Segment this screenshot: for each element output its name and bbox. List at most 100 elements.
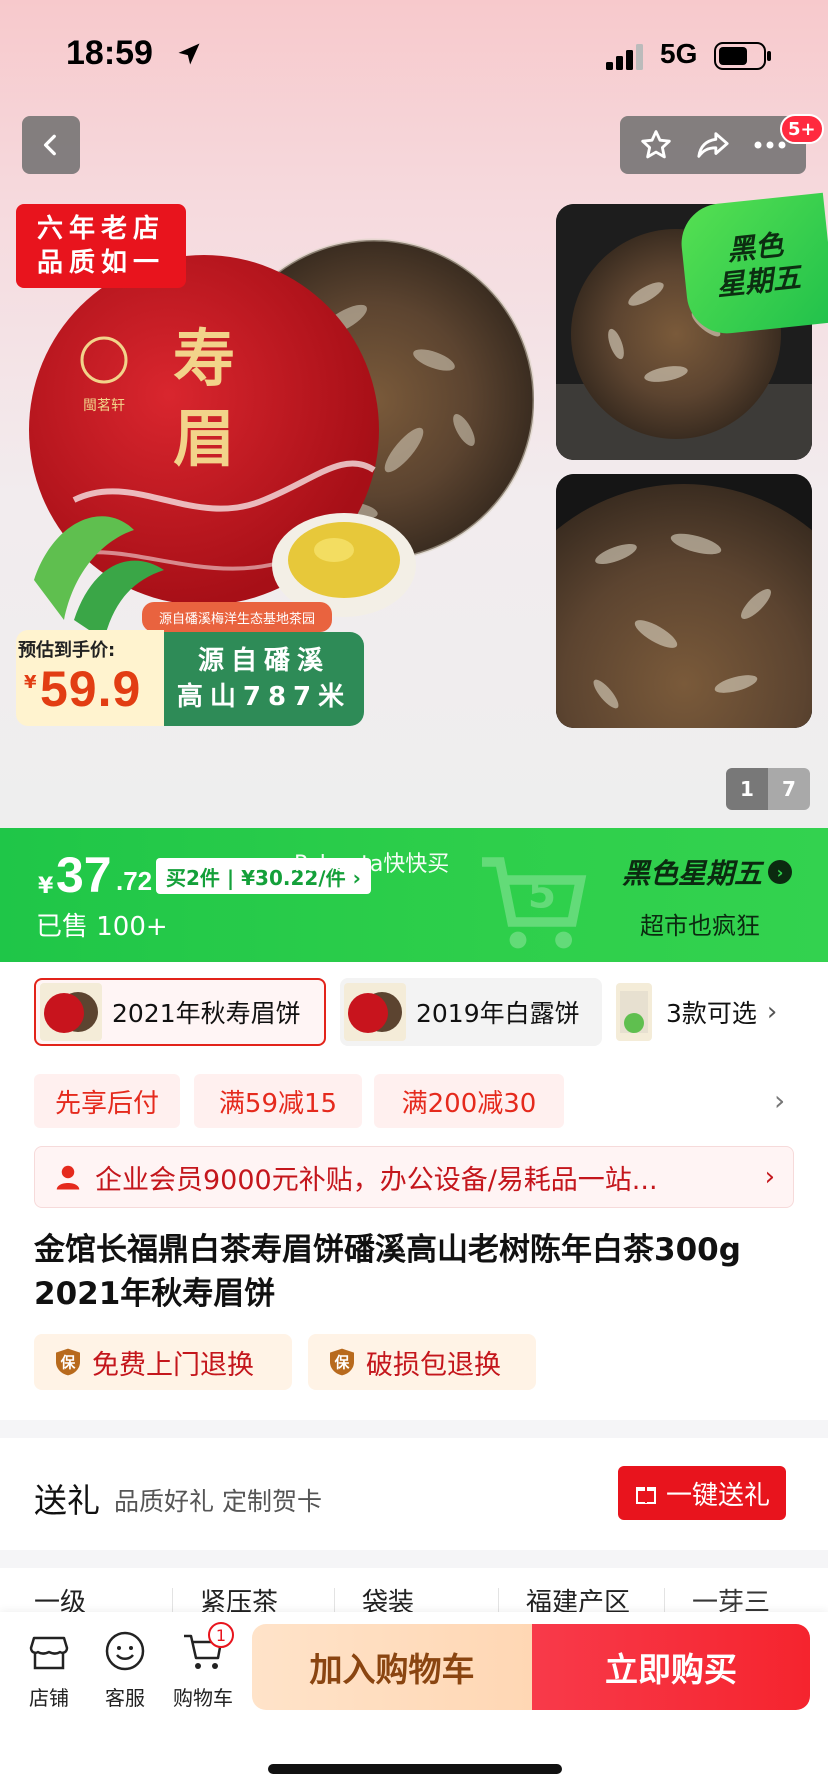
- variant-label: 3款可选: [666, 999, 757, 1028]
- back-button[interactable]: [22, 116, 80, 174]
- event-tag-line2: 星期五: [715, 260, 803, 303]
- customer-service-button[interactable]: 客服: [90, 1628, 160, 1711]
- variant-label: 2019年白露饼: [416, 999, 580, 1028]
- variant-option-2[interactable]: 2019年白露饼: [340, 978, 602, 1046]
- status-time: 18:59: [66, 34, 153, 72]
- more-dots-icon: [754, 141, 786, 149]
- product-gallery[interactable]: 18:59 5G 5+ 寿 眉 閩茗轩 六年老店 品质如一 源自磻溪梅洋生态基地…: [0, 0, 828, 828]
- signal-icon: [606, 44, 643, 70]
- enterprise-member-banner[interactable]: 企业会员9000元补贴，办公设备/易耗品一站... ›: [34, 1146, 794, 1208]
- price-integer: 37: [56, 847, 112, 903]
- chevron-right-icon[interactable]: ›: [774, 1084, 785, 1117]
- share-icon: [697, 132, 729, 158]
- origin-box: 源自磻溪 高山787米: [164, 632, 364, 726]
- svg-text:閩茗轩: 閩茗轩: [83, 398, 125, 414]
- add-to-cart-button[interactable]: 加入购物车: [252, 1624, 532, 1710]
- location-arrow-icon: [178, 43, 200, 65]
- gift-button-label: 一键送礼: [665, 1480, 770, 1511]
- origin-line1: 源自磻溪: [197, 646, 330, 676]
- share-button[interactable]: [691, 123, 735, 167]
- cart-count-badge: 1: [208, 1622, 234, 1648]
- shop-button[interactable]: 店铺: [14, 1628, 84, 1711]
- gift-subtitle: 品质好礼 定制贺卡: [114, 1487, 322, 1516]
- product-art-title: 寿: [173, 322, 235, 395]
- gift-icon: [635, 1487, 656, 1504]
- ribbon-line1: 六年老店: [36, 214, 165, 244]
- pager-total: 7: [768, 768, 810, 810]
- network-type: 5G: [660, 38, 698, 69]
- sold-count: 已售 100+: [36, 912, 168, 942]
- svg-text:保: 保: [334, 1353, 350, 1371]
- promo-tag[interactable]: 满59减15: [194, 1074, 362, 1128]
- service-label: 破损包退换: [366, 1349, 501, 1381]
- variant-thumbnail: [344, 983, 406, 1041]
- shield-icon: 保: [330, 1348, 354, 1376]
- variant-thumbnail: [40, 983, 102, 1041]
- attribute-item: 一芽三: [692, 1588, 771, 1612]
- service-badge[interactable]: 保 破损包退换: [308, 1334, 536, 1390]
- shop-label: 店铺: [29, 1686, 69, 1710]
- price-decimal: .72: [116, 866, 153, 896]
- promo-tag[interactable]: 满200减30: [374, 1074, 564, 1128]
- section-divider: [0, 1420, 828, 1438]
- service-label: 客服: [105, 1686, 145, 1710]
- attribute-divider: [334, 1588, 335, 1612]
- member-text: 企业会员9000元补贴，办公设备/易耗品一站...: [95, 1164, 658, 1196]
- chat-face-icon: [105, 1631, 145, 1671]
- estimate-label: 预估到手价:: [18, 640, 116, 661]
- battery-icon: [714, 42, 771, 70]
- origin-line2: 高山787米: [176, 682, 352, 712]
- gift-button[interactable]: 一键送礼: [618, 1466, 786, 1520]
- event-link[interactable]: 黑色星期五 ›: [622, 852, 793, 892]
- section-divider: [0, 1550, 828, 1568]
- event-title: 黑色星期五: [622, 857, 763, 890]
- svg-text:保: 保: [60, 1353, 76, 1371]
- home-indicator[interactable]: [268, 1764, 562, 1774]
- attribute-item: 一级: [34, 1588, 87, 1612]
- service-label: 免费上门退换: [92, 1349, 254, 1381]
- chevron-left-icon: [43, 134, 56, 156]
- store-age-ribbon: 六年老店 品质如一: [16, 204, 186, 288]
- gift-title: 送礼: [34, 1481, 100, 1520]
- chevron-right-icon: ›: [768, 860, 793, 884]
- star-icon: [641, 130, 672, 159]
- attribute-item: 紧压茶: [200, 1588, 279, 1612]
- promo-tags[interactable]: 先享后付 满59减15 满200减30 ›: [0, 1074, 828, 1128]
- service-badge[interactable]: 保 免费上门退换: [34, 1334, 292, 1390]
- favorite-button[interactable]: [634, 123, 678, 167]
- nav-actions: [620, 116, 806, 174]
- cart-watermark-icon: 5: [482, 857, 587, 949]
- svg-text:5: 5: [528, 870, 556, 918]
- variant-label: 2021年秋寿眉饼: [112, 999, 301, 1028]
- promo-tag[interactable]: 先享后付: [34, 1074, 180, 1128]
- black-friday-tag: 黑色 星期五: [677, 192, 828, 338]
- pager-current: 1: [726, 768, 768, 810]
- gift-section: 送礼 品质好礼 定制贺卡 一键送礼: [0, 1438, 828, 1550]
- shop-icon: [29, 1636, 69, 1670]
- cart-label: 购物车: [173, 1686, 233, 1710]
- bottom-action-bar: 店铺 客服 1 购物车 加入购物车 立即购买: [0, 1612, 828, 1792]
- variant-option-1[interactable]: 2021年秋寿眉饼: [34, 978, 326, 1046]
- gallery-pager: 1 7: [726, 768, 810, 810]
- origin-tag: 源自磻溪梅洋生态基地茶园: [142, 602, 332, 632]
- attribute-item: 福建产区: [526, 1588, 631, 1612]
- buy-now-button[interactable]: 立即购买: [532, 1624, 810, 1710]
- price-banner: 5 ¥ 37 .72 买2件 | ¥30.22/件 › Pabenta快快买 已…: [0, 828, 828, 962]
- variant-more[interactable]: 3款可选 ›: [616, 978, 812, 1046]
- attribute-divider: [664, 1588, 665, 1612]
- estimate-price: 59.9: [40, 661, 142, 717]
- attribute-divider: [498, 1588, 499, 1612]
- gallery-thumbnail-2[interactable]: [556, 474, 812, 728]
- svg-text:眉: 眉: [173, 402, 235, 475]
- chevron-right-icon: ›: [764, 1162, 775, 1192]
- attribute-strip[interactable]: 一级 紧压茶 袋装 福建产区 一芽三: [0, 1568, 828, 1612]
- estimate-currency: ¥: [24, 672, 37, 693]
- brand-overlay-text: Pabenta快快买: [294, 852, 450, 877]
- ribbon-line2: 品质如一: [36, 248, 165, 278]
- status-bar: 18:59 5G: [0, 0, 828, 110]
- chevron-right-icon: ›: [766, 997, 778, 1027]
- event-subtitle: 超市也疯狂: [640, 912, 760, 940]
- shield-icon: 保: [56, 1348, 80, 1376]
- cart-button[interactable]: 1 购物车: [168, 1622, 238, 1711]
- product-title: 金馆长福鼎白茶寿眉饼磻溪高山老树陈年白茶300g 2021年秋寿眉饼: [34, 1232, 741, 1312]
